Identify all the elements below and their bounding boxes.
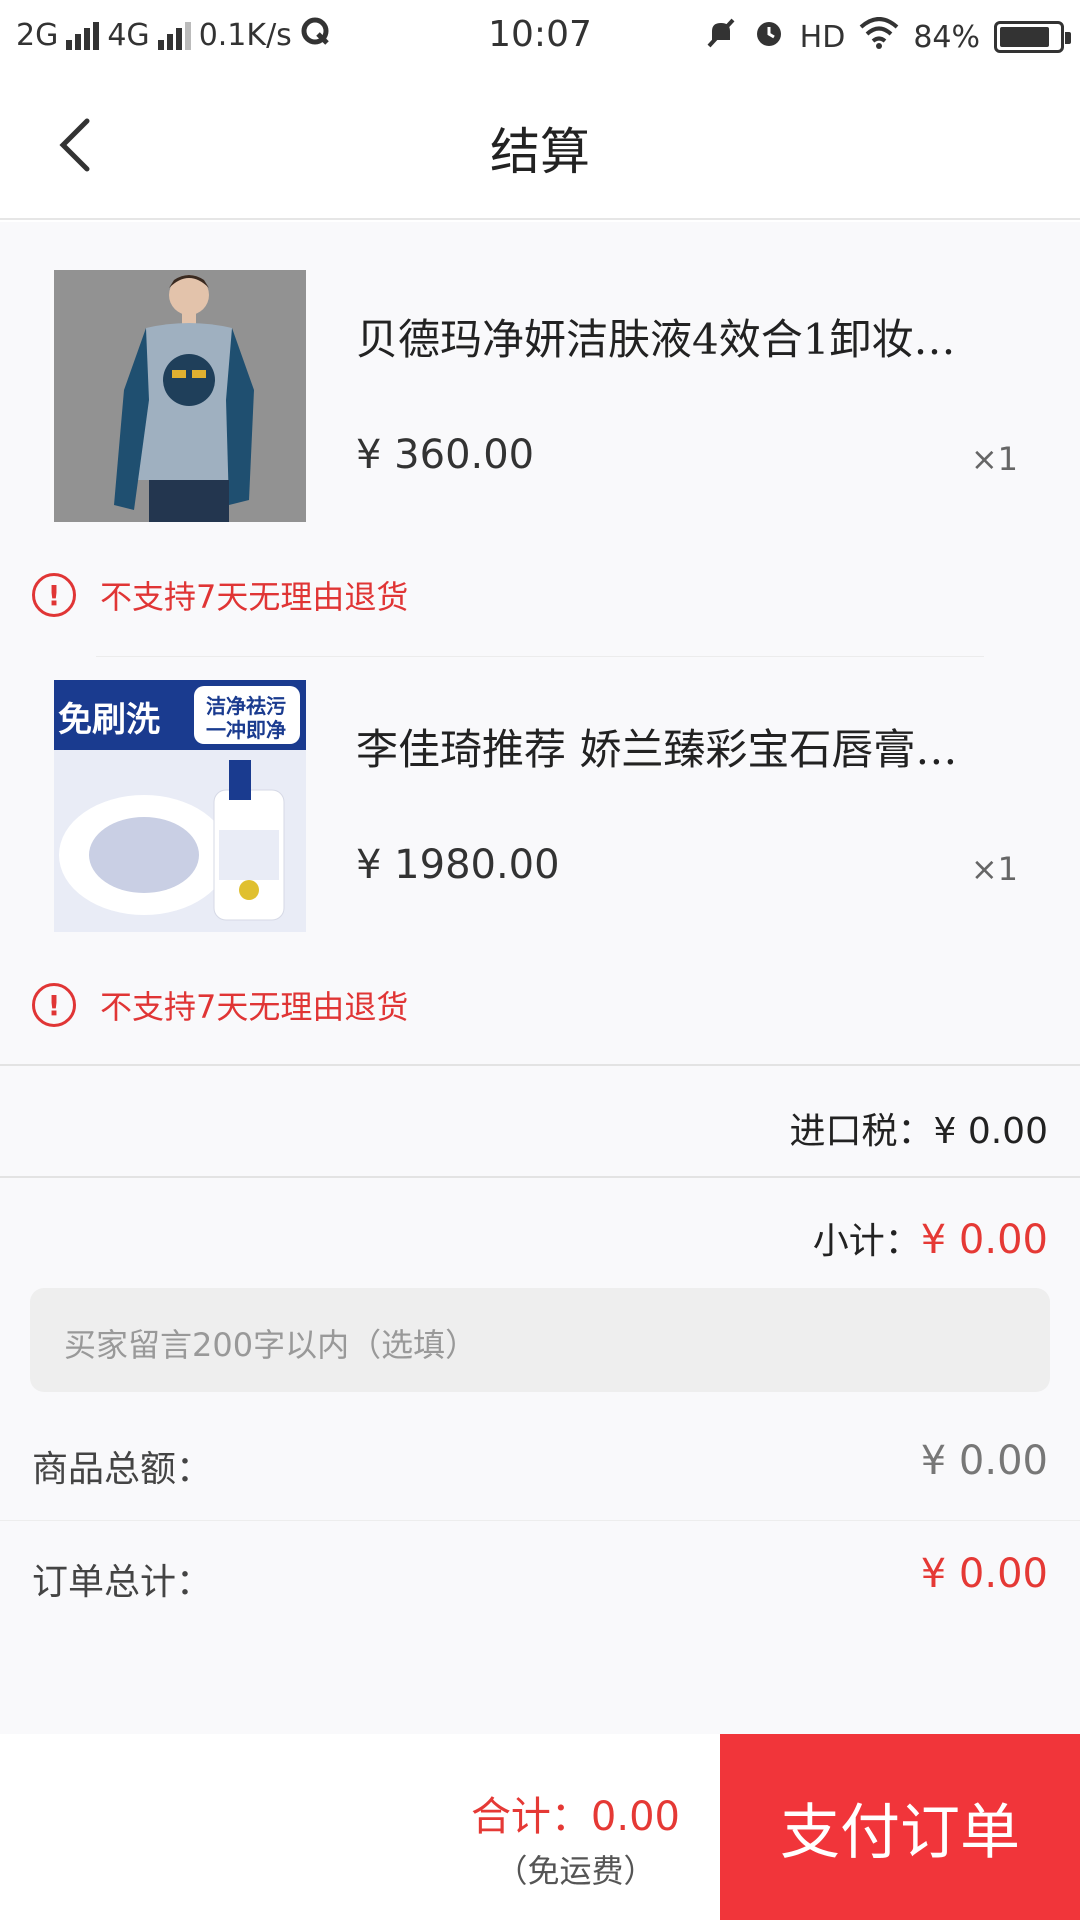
product-price: ¥ 360.00	[356, 432, 535, 478]
top-nav: 结算	[0, 72, 1080, 220]
product-name[interactable]: 贝德玛净妍洁肤液4效合1卸妆…	[356, 306, 1036, 367]
image-caption: 一冲即净	[206, 718, 286, 742]
bottom-bar: 合计：0.00 （免运费） 支付订单	[0, 1734, 1080, 1920]
import-tax-label: 进口税：	[789, 1111, 934, 1152]
divider	[0, 1176, 1080, 1178]
alert-icon: !	[32, 983, 76, 1027]
import-tax-value: ¥ 0.00	[933, 1111, 1048, 1152]
hd-label: HD	[799, 19, 846, 55]
alarm-icon	[752, 16, 786, 58]
buyer-message-input[interactable]: 买家留言200字以内（选填）	[30, 1288, 1050, 1392]
product-quantity: ×1	[970, 850, 1018, 888]
battery-level	[1000, 27, 1049, 47]
divider	[0, 1064, 1080, 1066]
total-summary: 合计：0.00 （免运费）	[471, 1784, 680, 1892]
goods-total-row: 商品总额： ¥ 0.00	[0, 1408, 1080, 1518]
return-policy-warning: ! 不支持7天无理由退货	[32, 572, 408, 618]
subtotal-value: ¥ 0.00	[920, 1217, 1048, 1263]
product-image[interactable]: 免刷洗 洁净祛污 一冲即净	[54, 680, 306, 932]
image-caption: 免刷洗	[58, 700, 160, 740]
pay-order-button[interactable]: 支付订单	[720, 1734, 1080, 1920]
shipping-note: （免运费）	[495, 1852, 656, 1890]
status-bar: 2G 4G 0.1K/s 10:07 HD 84%	[0, 0, 1080, 72]
product-price: ¥ 1980.00	[356, 842, 560, 888]
subtotal-row: 小计：¥ 0.00	[813, 1212, 1048, 1264]
product-name[interactable]: 李佳琦推荐 娇兰臻彩宝石唇膏…	[356, 716, 1036, 777]
warning-text: 不支持7天无理由退货	[100, 988, 409, 1026]
wifi-icon	[859, 17, 899, 57]
product-image[interactable]	[54, 270, 306, 522]
product-item[interactable]: 免刷洗 洁净祛污 一冲即净 李佳琦推荐 娇兰臻彩宝石唇膏… ¥ 1980.00 …	[0, 632, 1080, 1042]
page-title: 结算	[490, 123, 590, 181]
total-amount: 合计：0.00	[470, 1794, 680, 1840]
order-total-label: 订单总计：	[32, 1562, 213, 1603]
order-total-row: 订单总计： ¥ 0.00	[0, 1520, 1080, 1630]
goods-total-label: 商品总额：	[32, 1449, 213, 1490]
product-quantity: ×1	[970, 440, 1018, 478]
goods-total-value: ¥ 0.00	[920, 1438, 1048, 1484]
product-item[interactable]: 贝德玛净妍洁肤液4效合1卸妆… ¥ 360.00 ×1 ! 不支持7天无理由退货	[0, 222, 1080, 632]
order-total-value: ¥ 0.00	[920, 1551, 1048, 1597]
status-right: HD 84%	[704, 16, 1071, 58]
checkout-content: 贝德玛净妍洁肤液4效合1卸妆… ¥ 360.00 ×1 ! 不支持7天无理由退货	[0, 222, 1080, 1734]
warning-text: 不支持7天无理由退货	[100, 578, 409, 616]
return-policy-warning: ! 不支持7天无理由退货	[32, 982, 408, 1028]
subtotal-label: 小计：	[812, 1221, 921, 1262]
alert-icon: !	[32, 573, 76, 617]
battery-percent: 84%	[913, 19, 980, 55]
mute-icon	[704, 16, 738, 58]
battery-icon	[994, 21, 1071, 53]
import-tax-row: 进口税：¥ 0.00	[789, 1102, 1048, 1154]
